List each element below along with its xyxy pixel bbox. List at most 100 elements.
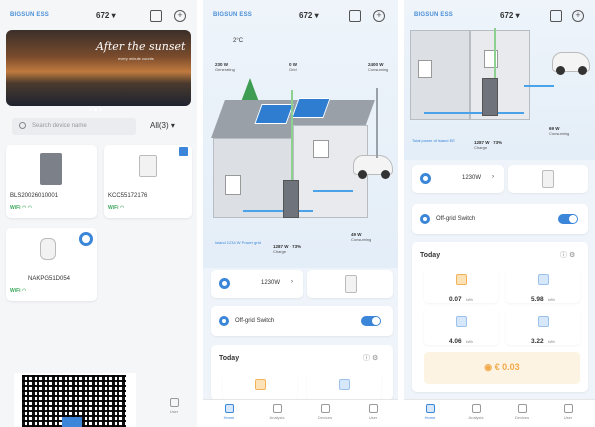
- tab-analysis[interactable]: Analysis: [257, 404, 297, 420]
- tab-devices[interactable]: Devices: [305, 404, 345, 420]
- user-icon: [368, 404, 378, 413]
- analysis-icon: [272, 404, 282, 413]
- gear-icon: [420, 173, 431, 184]
- add-icon[interactable]: +: [572, 10, 584, 22]
- mode-value: 1230W: [462, 175, 482, 181]
- message-icon[interactable]: [349, 10, 361, 22]
- today-title: Today: [219, 355, 240, 362]
- battery-unit[interactable]: [283, 180, 299, 218]
- offgrid-label: Off-grid Switch: [436, 216, 476, 222]
- offgrid-label: Off-grid Switch: [235, 318, 275, 324]
- today-card: Today ⓘ ⚙ 0.07 kWh 5.98 kWh 4.06 kWh 3.2…: [412, 242, 588, 392]
- tab-home[interactable]: Home: [410, 404, 450, 420]
- weather-temp: 2°C: [233, 38, 244, 44]
- offgrid-switch-row[interactable]: Off-grid Switch: [211, 306, 393, 336]
- message-icon[interactable]: [150, 10, 162, 22]
- plug-device-icon: [542, 170, 554, 188]
- online-indicator-icon: [79, 232, 93, 246]
- today-title: Today: [420, 252, 441, 259]
- offgrid-toggle[interactable]: [558, 214, 578, 224]
- ev-flow-label: 49 W Consuming: [351, 232, 372, 242]
- mode-card[interactable]: 1230W ›: [211, 270, 303, 298]
- solar-icon: [455, 274, 467, 285]
- offgrid-icon: [219, 316, 229, 326]
- bottom-nav: Home Analysis Devices User: [203, 399, 398, 427]
- energy-flow-scene: BIGSUN ESS 672 ▾ + Total power of island…: [404, 0, 595, 160]
- grid-import-icon: [338, 379, 350, 390]
- mode-value: 1230W: [261, 280, 281, 286]
- tab-home[interactable]: Home: [209, 404, 249, 420]
- screen-home-scene: BIGSUN ESS 672 ▾ + 2°C 230 W Generating 0…: [203, 0, 398, 427]
- carousel-dots[interactable]: [88, 98, 103, 116]
- offgrid-icon: [420, 214, 430, 224]
- home-icon: [425, 404, 435, 413]
- offgrid-toggle[interactable]: [361, 316, 381, 326]
- today-card: Today ⓘ ⚙: [211, 345, 393, 400]
- device-card[interactable]: NAKPG51D054 WiFi ◠: [6, 228, 97, 301]
- home-icon: [537, 316, 549, 327]
- message-icon[interactable]: [550, 10, 562, 22]
- device-mini-card[interactable]: [307, 270, 393, 298]
- wifi-status: WiFi ◠: [108, 205, 125, 211]
- devices-icon: [320, 404, 330, 413]
- device-sn: KCC55172176: [108, 193, 148, 199]
- brand-logo: BIGSUN ESS: [213, 12, 253, 18]
- home-icon: [224, 404, 234, 413]
- site-selector[interactable]: 672 ▾: [299, 11, 319, 20]
- tree-decoration: [241, 78, 259, 102]
- battery-unit[interactable]: [482, 78, 498, 116]
- battery-device-icon: [40, 153, 62, 185]
- add-icon[interactable]: +: [373, 10, 385, 22]
- site-selector[interactable]: 672 ▾: [96, 11, 116, 20]
- savings-card: ◉ € 0.03: [424, 352, 580, 384]
- stat-card-battery: 4.06 kWh: [424, 310, 498, 345]
- banner-subtitle: every minute counts: [118, 56, 154, 61]
- tab-user[interactable]: User: [154, 398, 194, 414]
- help-icon[interactable]: ⓘ ⚙: [560, 250, 575, 260]
- device-filter-dropdown[interactable]: All(3) ▾: [150, 121, 175, 130]
- tab-analysis[interactable]: Analysis: [456, 404, 496, 420]
- stat-card-home: 3.22 kWh: [506, 310, 580, 345]
- search-input[interactable]: Search device name: [12, 118, 136, 135]
- chevron-right-icon: ›: [492, 174, 494, 180]
- stat-card-grid: 5.98 kWh: [506, 268, 580, 303]
- stat-card: [307, 373, 381, 400]
- promo-banner[interactable]: After the sunset every minute counts: [6, 30, 191, 106]
- offgrid-switch-row[interactable]: Off-grid Switch: [412, 204, 588, 234]
- device-card[interactable]: BLS20026010001 WiFi ◠ ◠: [6, 145, 97, 218]
- grid-import-icon: [537, 274, 549, 285]
- top-bar: BIGSUN ESS 672 ▾ +: [203, 8, 398, 28]
- mode-card[interactable]: 1230W ›: [412, 165, 504, 193]
- ev-flow-label: 69 W Consuming: [549, 126, 570, 136]
- solar-icon: [254, 379, 266, 390]
- battery-flow-label: 1287 W · 73% Charge: [474, 140, 503, 150]
- brand-logo: BIGSUN ESS: [414, 12, 454, 18]
- wifi-status: WiFi ◠ ◠: [10, 205, 33, 211]
- brand-logo: BIGSUN ESS: [10, 12, 50, 18]
- tab-user[interactable]: User: [353, 404, 393, 420]
- wifi-status: WiFi ◠: [10, 288, 27, 294]
- selected-badge: [179, 147, 188, 156]
- screen-home-scrolled: BIGSUN ESS 672 ▾ + Total power of island…: [404, 0, 595, 427]
- tab-user[interactable]: User: [548, 404, 588, 420]
- coin-icon: ◉: [484, 362, 495, 372]
- house-wall-side: [470, 30, 530, 120]
- add-icon[interactable]: +: [174, 10, 186, 22]
- device-sn: NAKPG51D054: [28, 276, 71, 282]
- user-icon: [169, 398, 179, 407]
- help-icon[interactable]: ⓘ ⚙: [363, 353, 378, 363]
- bottom-nav: Home Analysis Devices User: [404, 399, 595, 427]
- gear-icon: [219, 278, 230, 289]
- screen-device-list: BIGSUN ESS 672 ▾ + After the sunset ever…: [0, 0, 197, 427]
- site-selector[interactable]: 672 ▾: [500, 11, 520, 20]
- top-bar: BIGSUN ESS 672 ▾ +: [0, 8, 197, 28]
- tab-devices[interactable]: Devices: [502, 404, 542, 420]
- grid-flow-label: 0 W Grid: [289, 62, 298, 72]
- plug-device-icon: [345, 275, 357, 293]
- banner-title: After the sunset: [96, 40, 186, 53]
- device-card[interactable]: KCC55172176 WiFi ◠: [104, 145, 192, 218]
- grid-note: Total power of island EE: [412, 138, 455, 143]
- home-flow-label: 2400 W Consuming: [368, 62, 389, 72]
- device-mini-card[interactable]: [508, 165, 588, 193]
- battery-icon: [455, 316, 467, 327]
